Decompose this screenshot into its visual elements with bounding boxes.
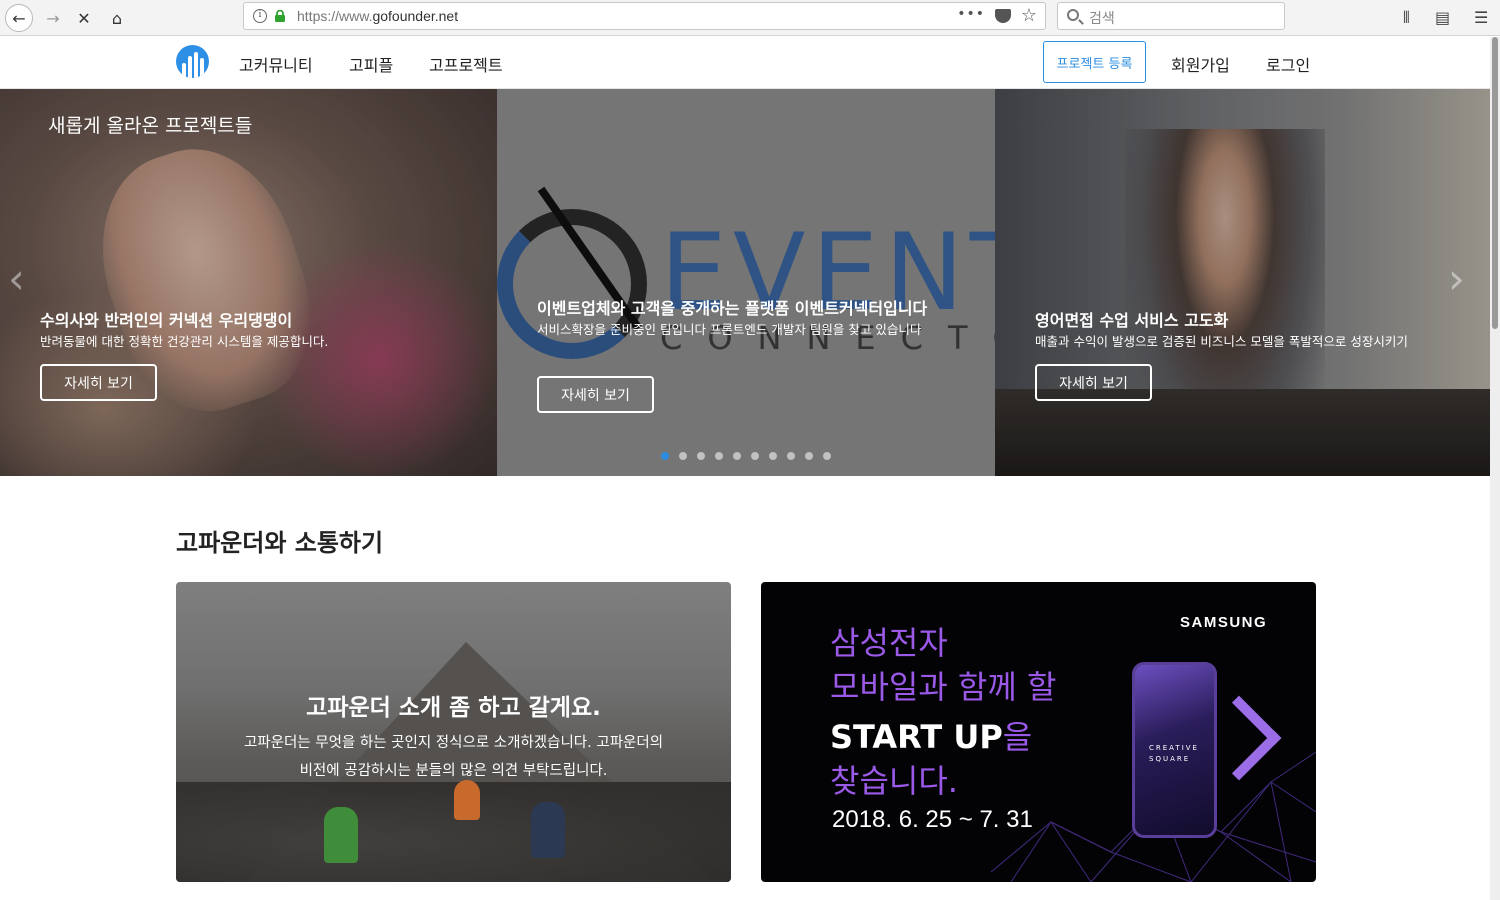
promo-line-1: 삼성전자 [830,624,948,662]
hamburger-menu-icon[interactable]: ☰ [1474,8,1488,27]
address-bar[interactable]: i https://www.gofounder.net ••• ☆ [243,2,1046,30]
detail-button[interactable]: 자세히 보기 [537,376,654,413]
promo-line-3: START UP을 [830,718,1033,756]
more-icon[interactable]: ••• [957,6,985,22]
detail-button[interactable]: 자세히 보기 [40,364,157,401]
carousel-dot[interactable] [805,452,813,460]
signup-link[interactable]: 회원가입 [1171,52,1230,76]
hero-heading: 새롭게 올라온 프로젝트들 [48,115,253,137]
phone-image: CREATIVE SQUARE [1132,662,1217,838]
home-icon[interactable]: ⌂ [103,4,131,32]
search-input[interactable]: 검색 [1057,2,1285,30]
carousel-dot[interactable] [697,452,705,460]
detail-button[interactable]: 자세히 보기 [1035,364,1152,401]
slide-description: 매출과 수익이 발생으로 검증된 비즈니스 모델을 폭발적으로 성장시키기 [1035,334,1408,349]
forward-icon[interactable]: → [39,4,67,32]
info-icon[interactable]: i [253,9,267,23]
samsung-logo: SAMSUNG [1180,614,1268,631]
slide-title: 수의사와 반려인의 커넥션 우리댕댕이 [40,311,293,330]
nav-people[interactable]: 고피플 [349,52,393,76]
bookmark-star-icon[interactable]: ☆ [1021,5,1037,26]
register-project-button[interactable]: 프로젝트 등록 [1043,41,1146,83]
site-header: 고커뮤니티 고피플 고프로젝트 프로젝트 등록 회원가입 로그인 [0,37,1490,89]
promo-date: 2018. 6. 25 ~ 7. 31 [832,806,1033,833]
nav-community[interactable]: 고커뮤니티 [239,52,313,76]
samsung-promo-banner[interactable]: SAMSUNG 삼성전자 모바일과 함께 할 START UP을 찾습니다. 2… [761,582,1316,882]
slide-description: 서비스확장을 준비중인 팀입니다 프론트엔드 개발자 팀원을 찾고 있습니다 [537,322,922,337]
carousel-prev-icon[interactable]: ‹ [8,254,25,303]
slide-description: 반려동물에 대한 정확한 건강관리 시스템을 제공합니다. [40,334,329,349]
slide-image-pet[interactable]: 수의사와 반려인의 커넥션 우리댕댕이 반려동물에 대한 정확한 건강관리 시스… [0,89,497,476]
card-title: 고파운더 소개 좀 하고 갈게요. [306,695,601,721]
carousel-dot[interactable] [715,452,723,460]
search-placeholder: 검색 [1089,11,1115,27]
sidebar-icon[interactable]: ▤ [1435,8,1450,27]
library-icon[interactable]: ⫴ [1403,8,1410,28]
carousel-dot[interactable] [733,452,741,460]
section-title: 고파운더와 소통하기 [176,529,384,557]
back-icon[interactable]: ← [5,4,33,32]
about-card[interactable]: 고파운더 소개 좀 하고 갈게요. 고파운더는 무엇을 하는 곳인지 정식으로 … [176,582,731,882]
stop-icon[interactable]: ✕ [70,4,98,32]
url-text: https://www.gofounder.net [297,8,459,24]
card-description: 고파운더는 무엇을 하는 곳인지 정식으로 소개하겠습니다. 고파운더의 비전에… [243,735,664,779]
promo-line-4: 찾습니다. [830,762,958,800]
browser-toolbar: ← → ✕ ⌂ i https://www.gofounder.net ••• … [0,0,1500,36]
carousel-dot[interactable] [769,452,777,460]
carousel-dot[interactable] [661,452,669,460]
slide-image-event[interactable]: EVENT CONNECTO 이벤트업체와 고객을 중개하는 플랫폼 이벤트커넥… [497,89,995,476]
carousel-next-icon[interactable]: › [1448,254,1465,303]
carousel-dot[interactable] [823,452,831,460]
hero-carousel: 수의사와 반려인의 커넥션 우리댕댕이 반려동물에 대한 정확한 건강관리 시스… [0,89,1490,476]
carousel-dot[interactable] [751,452,759,460]
lock-icon [275,10,285,22]
pocket-icon[interactable] [995,9,1011,23]
scrollbar-thumb[interactable] [1492,37,1498,329]
search-icon [1067,9,1079,21]
carousel-dots [661,452,831,460]
page-scrollbar[interactable] [1490,37,1500,900]
promo-line-2: 모바일과 함께 할 [830,668,1057,706]
login-link[interactable]: 로그인 [1266,52,1310,76]
carousel-dot[interactable] [679,452,687,460]
slide-title: 이벤트업체와 고객을 중개하는 플랫폼 이벤트커넥터입니다 [537,299,928,318]
slide-title: 영어면접 수업 서비스 고도화 [1035,311,1229,330]
carousel-dot[interactable] [787,452,795,460]
gofounder-logo[interactable] [176,45,209,78]
slide-image-interview[interactable]: 영어면접 수업 서비스 고도화 매출과 수익이 발생으로 검증된 비즈니스 모델… [995,89,1490,476]
nav-projects[interactable]: 고프로젝트 [429,52,503,76]
